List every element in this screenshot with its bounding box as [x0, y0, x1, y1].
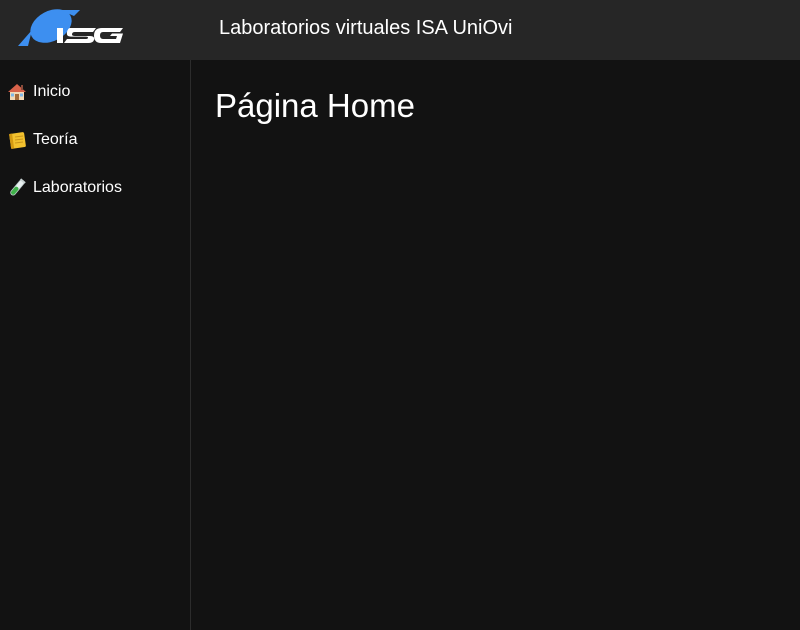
app-title: Laboratorios virtuales ISA UniOvi — [219, 17, 513, 39]
sidebar-item-laboratorios[interactable]: Laboratorios — [0, 168, 190, 208]
sidebar: Inicio Teoría Laboratorios — [0, 60, 191, 630]
top-bar: Laboratorios virtuales ISA UniOvi — [0, 0, 800, 60]
isa-logo[interactable] — [14, 6, 126, 50]
sidebar-item-teoria[interactable]: Teoría — [0, 120, 190, 160]
sidebar-item-label: Inicio — [33, 83, 71, 100]
house-icon — [7, 82, 27, 102]
sidebar-item-inicio[interactable]: Inicio — [0, 72, 190, 112]
sidebar-item-label: Teoría — [33, 131, 78, 148]
test-tube-icon — [7, 178, 27, 198]
notebook-icon — [7, 130, 27, 150]
sidebar-item-label: Laboratorios — [33, 179, 122, 196]
page-title: Página Home — [215, 87, 415, 124]
main-content: Página Home — [191, 60, 800, 630]
